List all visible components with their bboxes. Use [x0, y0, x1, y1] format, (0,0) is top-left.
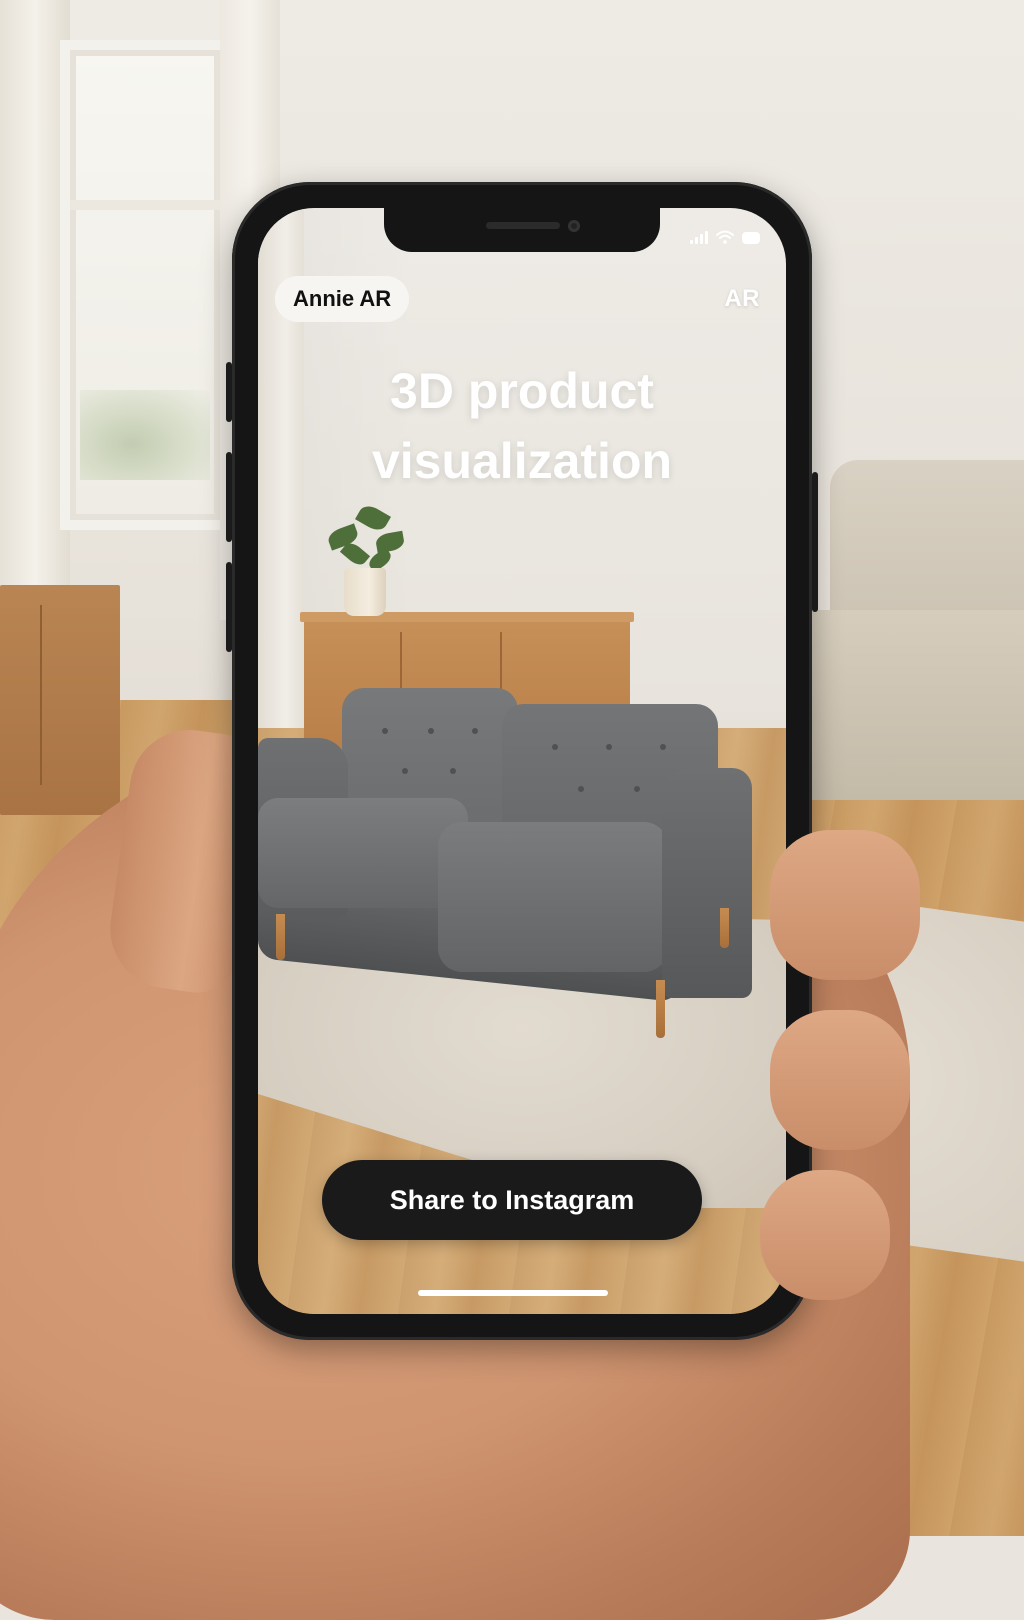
smartphone: Annie AR AR 3D product visualization Sha…	[226, 182, 818, 1340]
title-line-1: 3D product	[390, 363, 654, 419]
mute-switch	[226, 362, 232, 422]
cellular-signal-icon	[690, 231, 708, 244]
background-window	[60, 40, 230, 530]
notch	[384, 208, 660, 252]
background-cabinet	[0, 585, 120, 815]
finger	[770, 830, 920, 980]
wifi-icon	[716, 230, 734, 244]
status-bar-icons	[690, 230, 760, 244]
phone-screen: Annie AR AR 3D product visualization Sha…	[258, 208, 786, 1314]
volume-up-button	[226, 452, 232, 542]
finger	[760, 1170, 890, 1300]
earpiece-speaker	[486, 222, 560, 229]
brand-badge: Annie AR	[275, 276, 410, 322]
title-line-2: visualization	[371, 433, 673, 489]
ar-mode-label[interactable]: AR	[724, 285, 760, 313]
finger	[770, 1010, 910, 1150]
share-to-instagram-button[interactable]: Share to Instagram	[322, 1160, 702, 1240]
front-camera	[568, 220, 580, 232]
power-button	[812, 472, 818, 612]
volume-down-button	[226, 562, 232, 652]
home-indicator[interactable]	[418, 1290, 608, 1296]
battery-icon	[742, 232, 760, 244]
page-title: 3D product visualization	[258, 356, 786, 496]
